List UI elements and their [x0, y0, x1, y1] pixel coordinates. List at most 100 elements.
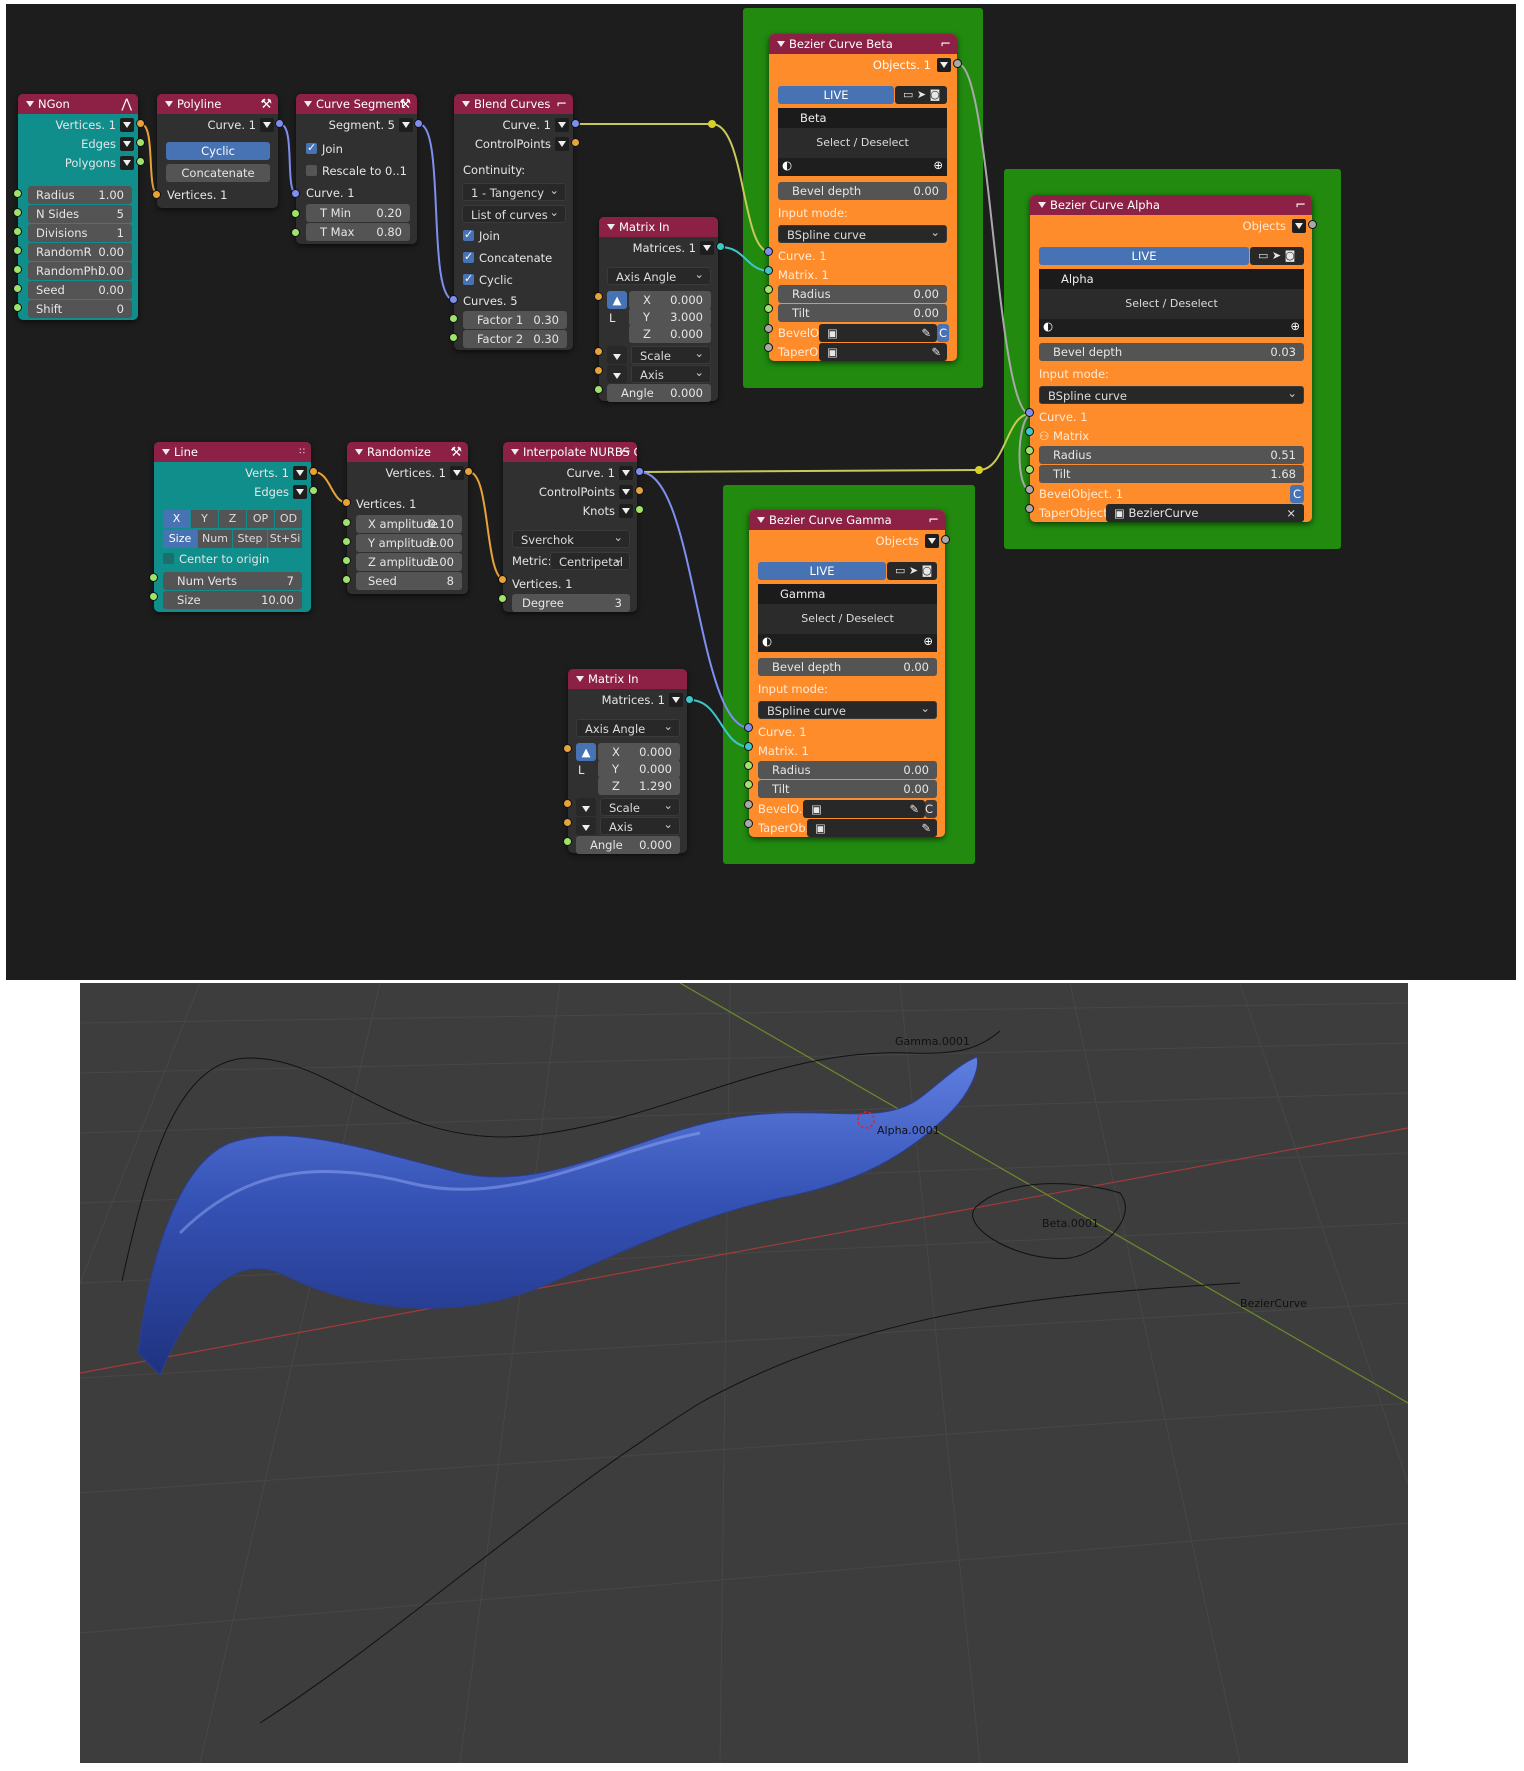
socket[interactable]	[136, 138, 145, 147]
beta-header[interactable]: Bezier Curve Beta ⌐	[769, 34, 957, 54]
line-tab-x[interactable]: X	[163, 510, 190, 528]
ngon-nsides[interactable]: N Sides 5	[28, 205, 132, 223]
line-tab-size[interactable]: Size	[163, 530, 197, 548]
matrix1-scale-toggle[interactable]	[607, 346, 627, 364]
socket[interactable]	[594, 292, 603, 301]
socket[interactable]	[764, 285, 773, 294]
socket[interactable]	[764, 304, 773, 313]
alpha-objects-menu[interactable]	[1292, 219, 1306, 233]
socket[interactable]	[635, 486, 644, 495]
line-edges-menu[interactable]	[293, 485, 307, 499]
socket[interactable]	[136, 157, 145, 166]
line-tab-num[interactable]: Num	[198, 530, 232, 548]
blend-header[interactable]: Blend Curves ⌐	[454, 94, 573, 114]
socket[interactable]	[594, 385, 603, 394]
socket[interactable]	[136, 119, 145, 128]
alpha-header[interactable]: Bezier Curve Alpha ⌐	[1030, 195, 1312, 215]
matrix1-scale-dropdown[interactable]: Scale	[631, 344, 711, 364]
socket[interactable]	[1308, 220, 1317, 229]
ngon-radius[interactable]: Radius 1.00	[28, 186, 132, 204]
line-size[interactable]: Size 10.00	[163, 591, 302, 609]
ngon-edges-menu[interactable]	[120, 137, 134, 151]
ngon-polygons-menu[interactable]	[120, 156, 134, 170]
3d-viewport[interactable]: Gamma.0001 Alpha.0001 Beta.0001 BezierCu…	[80, 983, 1408, 1763]
matrix2-y[interactable]: Y 0.000	[598, 760, 680, 778]
gamma-taper-picker[interactable]: ▣ ✎	[807, 819, 937, 837]
socket[interactable]	[342, 575, 351, 584]
gamma-live-toggle[interactable]: LIVE	[758, 562, 886, 580]
beta-radius[interactable]: Radius 0.00	[778, 285, 947, 303]
socket[interactable]	[563, 818, 572, 827]
socket[interactable]	[635, 467, 644, 476]
beta-bevel-picker[interactable]: ▣ ✎	[819, 324, 937, 342]
gamma-visibility-icons[interactable]: ▭ ➤ ◙	[887, 562, 937, 580]
ngon-shift[interactable]: Shift 0	[28, 300, 132, 318]
matrix2-axis-toggle[interactable]	[576, 817, 596, 835]
matrix2-mode-dropdown[interactable]: Axis Angle	[576, 717, 680, 737]
alpha-select-deselect[interactable]: Select / Deselect	[1039, 294, 1304, 314]
beta-live-toggle[interactable]: LIVE	[778, 86, 894, 104]
socket[interactable]	[291, 209, 300, 218]
randomize-header[interactable]: Randomize ⚒	[347, 442, 468, 462]
alpha-object-box[interactable]: Alpha Select / Deselect ◐ ⊕	[1039, 269, 1304, 337]
matrix-in-node-1[interactable]: Matrix In Matrices. 1 Axis Angle ▲ L X0.…	[599, 217, 718, 402]
matrix1-angle[interactable]: Angle 0.000	[607, 384, 711, 402]
matrix1-menu[interactable]	[700, 241, 714, 255]
alpha-bevel-depth[interactable]: Bevel depth 0.03	[1039, 343, 1304, 361]
alpha-visibility-icons[interactable]: ▭ ➤ ◙	[1250, 247, 1304, 265]
beta-object-box[interactable]: Beta Select / Deselect ◐ ⊕	[778, 108, 947, 176]
socket[interactable]	[149, 592, 158, 601]
polyline-header[interactable]: Polyline ⚒	[157, 94, 278, 114]
bezier-gamma-node[interactable]: Bezier Curve Gamma ⌐ Objects LIVE ▭ ➤ ◙ G…	[749, 510, 945, 837]
line-tab-stsi[interactable]: St+Si	[268, 530, 302, 548]
matrix2-menu[interactable]	[669, 693, 683, 707]
matrix2-header[interactable]: Matrix In	[568, 669, 687, 689]
matrix1-axis-toggle[interactable]	[607, 365, 627, 383]
blend-curve-menu[interactable]	[555, 118, 569, 132]
gamma-tilt[interactable]: Tilt 0.00	[758, 780, 937, 798]
blend-join-checkbox[interactable]: Join	[463, 226, 500, 245]
matrix2-z[interactable]: Z 1.290	[598, 777, 680, 795]
segment-tmax[interactable]: T Max 0.80	[306, 223, 410, 241]
matrix2-scale-dropdown[interactable]: Scale	[600, 796, 680, 816]
gamma-radius[interactable]: Radius 0.00	[758, 761, 937, 779]
matrix1-x[interactable]: X 0.000	[629, 291, 711, 309]
socket[interactable]	[464, 467, 473, 476]
socket[interactable]	[498, 575, 507, 584]
alpha-radius[interactable]: Radius 0.51	[1039, 446, 1304, 464]
socket[interactable]	[291, 228, 300, 237]
socket[interactable]	[152, 190, 161, 199]
line-center-checkbox[interactable]: Center to origin	[163, 550, 269, 568]
matrix2-axis-dropdown[interactable]: Axis	[600, 815, 680, 835]
matrix2-location-toggle[interactable]: ▲	[576, 743, 596, 761]
blend-continuity-dropdown[interactable]: 1 - Tangency	[462, 181, 566, 201]
blend-curves-node[interactable]: Blend Curves ⌐ Curve. 1 ControlPoints Con…	[454, 94, 573, 350]
line-tab-z[interactable]: Z	[219, 510, 246, 528]
nurbs-header[interactable]: Interpolate NURBS C...⌐	[503, 442, 637, 462]
blend-concatenate-checkbox[interactable]: Concatenate	[463, 248, 552, 267]
matrix1-axis-dropdown[interactable]: Axis	[631, 363, 711, 383]
matrix1-location-toggle[interactable]: ▲	[607, 291, 627, 309]
matrix1-header[interactable]: Matrix In	[599, 217, 718, 237]
matrix2-angle[interactable]: Angle 0.000	[576, 836, 680, 854]
randomize-y-amplitude[interactable]: Y amplitude 1.00	[356, 534, 462, 552]
beta-objects-menu[interactable]	[937, 58, 951, 72]
polyline-concatenate-toggle[interactable]: Concatenate	[166, 164, 270, 182]
gamma-bevel-cap[interactable]: C	[925, 800, 937, 818]
socket[interactable]	[1025, 504, 1034, 513]
matrix2-scale-toggle[interactable]	[576, 798, 596, 816]
socket[interactable]	[1025, 446, 1034, 455]
socket[interactable]	[342, 518, 351, 527]
gamma-select-deselect[interactable]: Select / Deselect	[758, 609, 937, 629]
socket[interactable]	[291, 189, 300, 198]
socket[interactable]	[13, 189, 22, 198]
socket[interactable]	[764, 343, 773, 352]
bezier-beta-node[interactable]: Bezier Curve Beta ⌐ Objects. 1 LIVE ▭ ➤ ◙…	[769, 34, 957, 361]
bezier-alpha-node[interactable]: Bezier Curve Alpha ⌐ Objects LIVE ▭ ➤ ◙ A…	[1030, 195, 1312, 522]
randomize-menu[interactable]	[450, 466, 464, 480]
socket[interactable]	[571, 138, 580, 147]
socket[interactable]	[1025, 427, 1034, 436]
alpha-mode-dropdown[interactable]: BSpline curve	[1039, 384, 1304, 404]
socket[interactable]	[563, 799, 572, 808]
segment-tmin[interactable]: T Min 0.20	[306, 204, 410, 222]
